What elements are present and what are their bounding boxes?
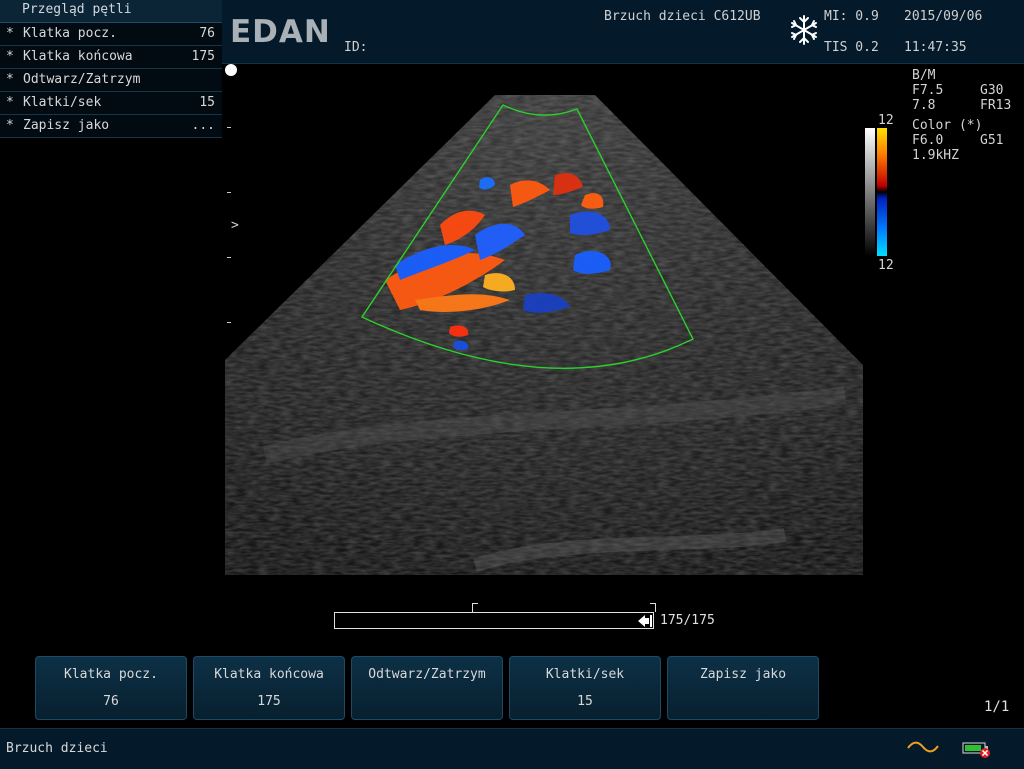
softkey-label: Odtwarz/Zatrzym (368, 667, 486, 682)
menu-item-label: Klatka pocz. (23, 26, 117, 41)
bullet-icon: * (6, 95, 14, 110)
battery-icon (961, 739, 993, 759)
menu-item-label: Klatka końcowa (23, 49, 133, 64)
softkey-label: Klatka końcowa (214, 667, 324, 682)
menu-item-value: ... (191, 118, 215, 133)
snowflake-icon (788, 14, 820, 46)
patient-id-label: ID: (344, 40, 368, 55)
bullet-icon: * (6, 72, 14, 87)
menu-item-label: Klatki/sek (23, 95, 102, 110)
header-bar: EDAN ID: Brzuch dzieci C612UB MI: 0.9 TI… (222, 0, 1024, 64)
page-indicator[interactable]: 1/1 (984, 699, 1009, 715)
menu-item-value: 76 (199, 26, 215, 41)
mi-value: MI: 0.9 (824, 9, 879, 24)
menu-item-play-pause[interactable]: * Odtwarz/Zatrzym (0, 69, 222, 92)
menu-title: Przegląd pętli (0, 0, 222, 23)
color-velocity-bar (877, 128, 887, 256)
gray-map-bar (865, 128, 875, 256)
cine-review-menu: Przegląd pętli * Klatka pocz. 76 * Klatk… (0, 0, 222, 138)
power-wave-icon (906, 739, 940, 755)
status-bar: Brzuch dzieci (0, 728, 1024, 769)
param-color-gain: G51 (980, 133, 1004, 148)
menu-item-start-frame[interactable]: * Klatka pocz. 76 (0, 23, 222, 46)
softkey-start-frame[interactable]: Klatka pocz. 76 (35, 656, 187, 720)
menu-item-value: 15 (199, 95, 215, 110)
param-depth: 7.8 (912, 98, 936, 113)
ultrasound-image[interactable] (225, 95, 865, 580)
exam-preset: Brzuch dzieci C612UB (604, 9, 761, 24)
menu-item-label: Zapisz jako (23, 118, 110, 133)
menu-item-value: 175 (191, 49, 215, 64)
color-scale-top-label: 12 (878, 113, 894, 128)
b-mode-sector (225, 95, 863, 575)
bullet-icon: * (6, 118, 14, 133)
param-frequency: F7.5 (912, 83, 944, 98)
softkey-label: Zapisz jako (699, 667, 787, 682)
softkey-value: 175 (257, 694, 281, 709)
softkey-play-pause[interactable]: Odtwarz/Zatrzym (351, 656, 503, 720)
menu-item-save-as[interactable]: * Zapisz jako ... (0, 115, 222, 138)
menu-item-frame-rate[interactable]: * Klatki/sek 15 (0, 92, 222, 115)
cine-frame-counter: 175/175 (660, 613, 715, 628)
bullet-icon: * (6, 26, 14, 41)
cine-cursor-icon[interactable] (637, 614, 653, 628)
param-mode: B/M (912, 68, 936, 83)
softkey-value: 76 (103, 694, 119, 709)
param-color-frequency: F6.0 (912, 133, 944, 148)
exam-date: 2015/09/06 (904, 9, 983, 24)
bullet-icon: * (6, 49, 14, 64)
color-scale-bottom-label: 12 (878, 258, 894, 273)
menu-item-label: Odtwarz/Zatrzym (23, 72, 141, 87)
param-frame-rate: FR13 (980, 98, 1012, 113)
softkey-label: Klatki/sek (545, 667, 625, 682)
param-color-mode: Color (*) (912, 118, 983, 133)
cine-progress-bar[interactable] (334, 612, 654, 629)
softkey-save-as[interactable]: Zapisz jako (667, 656, 819, 720)
menu-item-end-frame[interactable]: * Klatka końcowa 175 (0, 46, 222, 69)
param-gain: G30 (980, 83, 1004, 98)
param-prf: 1.9kHZ (912, 148, 959, 163)
softkey-end-frame[interactable]: Klatka końcowa 175 (193, 656, 345, 720)
tis-value: TIS 0.2 (824, 40, 879, 55)
edan-logo: EDAN (230, 14, 331, 50)
cine-start-bracket[interactable] (472, 603, 478, 612)
softkey-label: Klatka pocz. (64, 667, 158, 682)
softkey-frame-rate[interactable]: Klatki/sek 15 (509, 656, 661, 720)
softkey-value: 15 (577, 694, 593, 709)
status-exam-name: Brzuch dzieci (6, 741, 108, 756)
orientation-marker (225, 64, 237, 76)
cine-end-bracket[interactable] (650, 603, 656, 612)
exam-time: 11:47:35 (904, 40, 967, 55)
